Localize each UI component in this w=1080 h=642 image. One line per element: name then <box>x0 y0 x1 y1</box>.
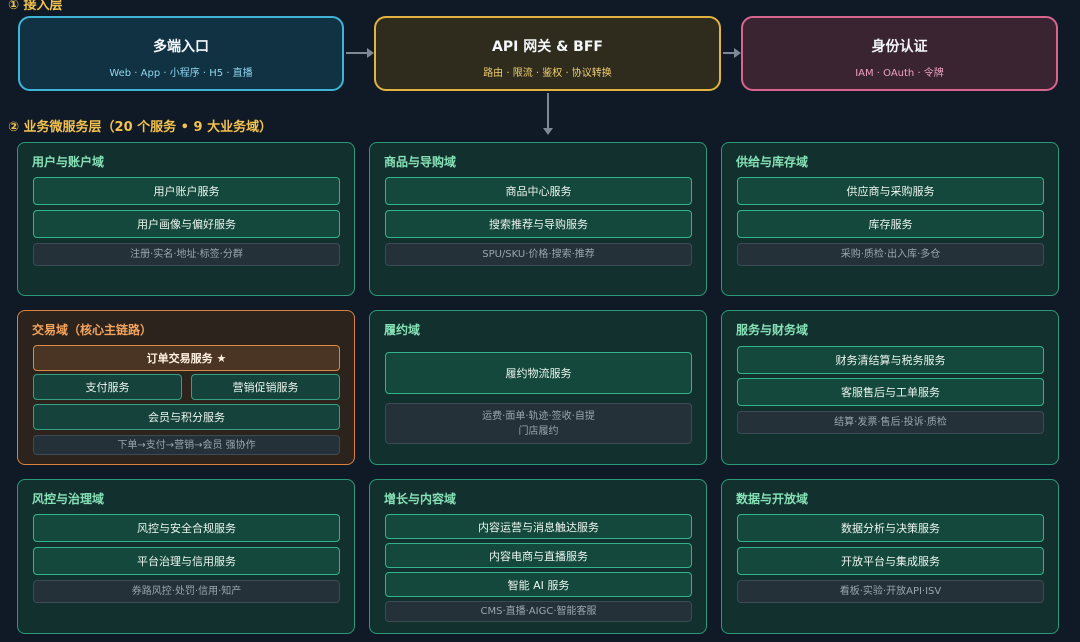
domain-note: 券路风控·处罚·信用·知产 <box>33 580 340 603</box>
domain-title: 履约域 <box>384 323 421 337</box>
arrow-entry-gateway <box>346 48 374 58</box>
box-sub: Web · App · 小程序 · H5 · 直播 <box>109 68 253 79</box>
domain-note: 采购·质检·出入库·多仓 <box>737 243 1044 266</box>
service-item-order[interactable]: 订单交易服务 ★ <box>33 345 340 371</box>
domain-service-finance: 服务与财务域 财务清结算与税务服务 客服售后与工单服务 结算·发票·售后·投诉·… <box>721 310 1059 465</box>
domain-note: CMS·直播·AIGC·智能客服 <box>385 601 692 622</box>
domain-note: 注册·实名·地址·标签·分群 <box>33 243 340 266</box>
service-item[interactable]: 数据分析与决策服务 <box>737 514 1044 542</box>
service-item[interactable]: 支付服务 <box>33 374 182 400</box>
box-auth[interactable]: 身份认证 IAM · OAuth · 令牌 <box>741 16 1058 91</box>
domain-supply: 供给与库存域 供应商与采购服务 库存服务 采购·质检·出入库·多仓 <box>721 142 1059 296</box>
domain-note-line1: 运费·面单·轨迹·签收·自提 <box>482 410 595 422</box>
box-api-gateway[interactable]: API 网关 & BFF 路由 · 限流 · 鉴权 · 协议转换 <box>374 16 721 91</box>
domain-product: 商品与导购域 商品中心服务 搜索推荐与导购服务 SPU/SKU·价格·搜索·推荐 <box>369 142 707 296</box>
arrow-gateway-auth <box>723 48 741 58</box>
domain-title: 数据与开放域 <box>736 492 809 506</box>
domain-user-account: 用户与账户域 用户账户服务 用户画像与偏好服务 注册·实名·地址·标签·分群 <box>17 142 355 296</box>
service-item[interactable]: 内容运营与消息触达服务 <box>385 514 692 539</box>
domain-title: 供给与库存域 <box>736 155 809 169</box>
domain-title: 交易域（核心主链路） <box>32 323 153 337</box>
service-item[interactable]: 用户账户服务 <box>33 177 340 205</box>
domain-data-open: 数据与开放域 数据分析与决策服务 开放平台与集成服务 看板·实验·开放API·I… <box>721 479 1059 634</box>
service-item[interactable]: 营销促销服务 <box>191 374 340 400</box>
service-item[interactable]: 会员与积分服务 <box>33 404 340 430</box>
service-item[interactable]: 客服售后与工单服务 <box>737 378 1044 406</box>
domain-note: 看板·实验·开放API·ISV <box>737 580 1044 603</box>
service-item[interactable]: 智能 AI 服务 <box>385 572 692 597</box>
box-title: 身份认证 <box>871 39 928 55</box>
domain-title: 风控与治理域 <box>32 492 105 506</box>
domain-title: 服务与财务域 <box>736 323 809 337</box>
box-sub: IAM · OAuth · 令牌 <box>855 68 944 79</box>
service-item[interactable]: 商品中心服务 <box>385 177 692 205</box>
domain-growth: 增长与内容域 内容运营与消息触达服务 内容电商与直播服务 智能 AI 服务 CM… <box>369 479 707 634</box>
service-item[interactable]: 库存服务 <box>737 210 1044 238</box>
domain-note: 下单→支付→营销→会员 强协作 <box>33 435 340 455</box>
service-item[interactable]: 开放平台与集成服务 <box>737 547 1044 575</box>
box-title: API 网关 & BFF <box>492 39 603 55</box>
service-item[interactable]: 内容电商与直播服务 <box>385 543 692 568</box>
service-item[interactable]: 搜索推荐与导购服务 <box>385 210 692 238</box>
arrow-gateway-services <box>543 93 553 135</box>
service-item[interactable]: 供应商与采购服务 <box>737 177 1044 205</box>
domain-fulfillment: 履约域 履约物流服务 运费·面单·轨迹·签收·自提 门店履约 <box>369 310 707 465</box>
domain-note-line2: 门店履约 <box>518 425 559 437</box>
domain-note: SPU/SKU·价格·搜索·推荐 <box>385 243 692 266</box>
section-label-services: ② 业务微服务层（20 个服务 • 9 大业务域） <box>8 120 273 135</box>
service-item[interactable]: 风控与安全合规服务 <box>33 514 340 542</box>
domain-note: 运费·面单·轨迹·签收·自提 门店履约 <box>385 403 692 444</box>
domain-risk: 风控与治理域 风控与安全合规服务 平台治理与信用服务 券路风控·处罚·信用·知产 <box>17 479 355 634</box>
box-sub: 路由 · 限流 · 鉴权 · 协议转换 <box>483 68 612 79</box>
service-item[interactable]: 用户画像与偏好服务 <box>33 210 340 238</box>
box-title: 多端入口 <box>153 39 209 55</box>
service-item[interactable]: 履约物流服务 <box>385 352 692 394</box>
domain-title: 商品与导购域 <box>384 155 457 169</box>
domain-title: 增长与内容域 <box>384 492 457 506</box>
domain-title: 用户与账户域 <box>32 155 105 169</box>
box-multi-entry[interactable]: 多端入口 Web · App · 小程序 · H5 · 直播 <box>18 16 344 91</box>
domain-note: 结算·发票·售后·投诉·质检 <box>737 411 1044 434</box>
domain-trade: 交易域（核心主链路） 订单交易服务 ★ 支付服务 营销促销服务 会员与积分服务 … <box>17 310 355 465</box>
service-item[interactable]: 财务清结算与税务服务 <box>737 346 1044 374</box>
section-label-access: ① 接入层 <box>8 0 63 13</box>
service-item[interactable]: 平台治理与信用服务 <box>33 547 340 575</box>
